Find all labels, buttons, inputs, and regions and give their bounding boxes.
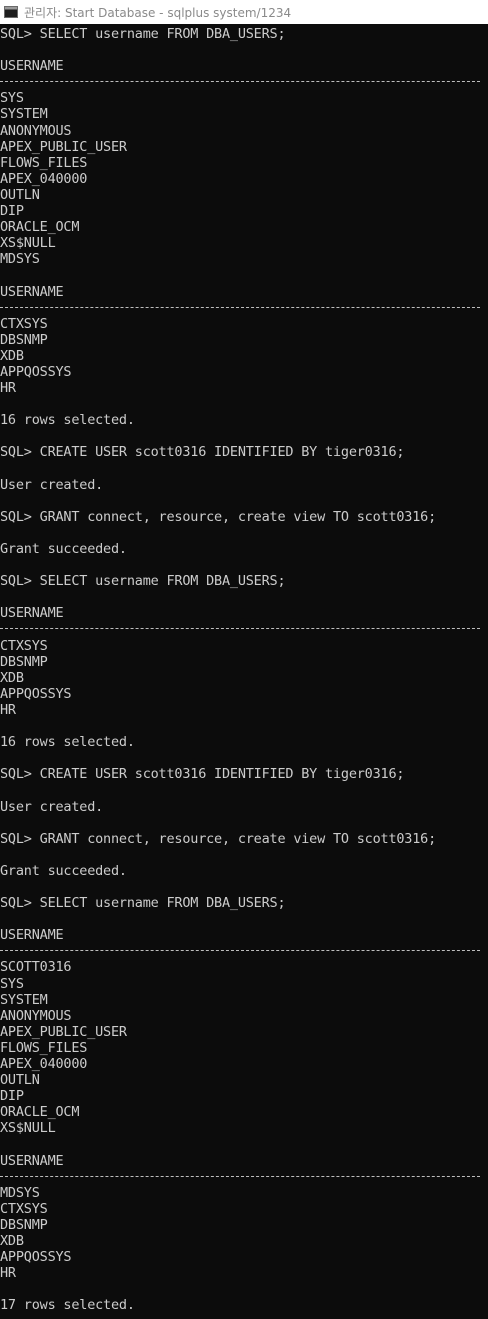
console-line: HR [0, 380, 16, 397]
console-line: SYSTEM [0, 991, 48, 1008]
column-separator-rule [0, 621, 488, 637]
console-line: APEX_040000 [0, 1056, 88, 1072]
console-line: 17 rows selected. [0, 1297, 135, 1314]
console-line: USERNAME [0, 605, 64, 622]
console-line: User created. [0, 476, 104, 493]
console-line: FLOWS_FILES [0, 1039, 88, 1056]
console-line: USERNAME [0, 58, 64, 75]
console-line: CTXSYS [0, 315, 48, 332]
window-title-bar[interactable]: 관리자: Start Database - sqlplus system/123… [0, 0, 488, 24]
console-line: USERNAME [0, 1152, 64, 1169]
console-line: MDSYS [0, 251, 40, 268]
console-output[interactable]: SQL> SELECT username FROM DBA_USERS; USER… [0, 26, 488, 1314]
console-line: SQL> SELECT username FROM DBA_USERS; [0, 895, 286, 912]
console-line: SYSTEM [0, 106, 48, 123]
console-line: Grant succeeded. [0, 541, 127, 557]
console-line: SQL> CREATE USER scott0316 IDENTIFIED BY… [0, 766, 405, 783]
console-line: XDB [0, 669, 24, 686]
window-title: 관리자: Start Database - sqlplus system/123… [24, 5, 292, 20]
console-line: HR [0, 701, 16, 718]
console-line: OUTLN [0, 1072, 40, 1089]
console-line: SQL> GRANT connect, resource, create vie… [0, 508, 437, 525]
console-line: APEX_PUBLIC_USER [0, 138, 127, 155]
console-line: ANONYMOUS [0, 122, 72, 139]
console-line: DBSNMP [0, 1216, 48, 1233]
console-line: CTXSYS [0, 1200, 48, 1217]
console-line: ANONYMOUS [0, 1007, 72, 1024]
console-line: XS$NULL [0, 235, 56, 252]
console-app-icon [4, 6, 18, 18]
console-line: APPQOSSYS [0, 1249, 72, 1266]
console-line: XS$NULL [0, 1120, 56, 1137]
sqlplus-console-window: 관리자: Start Database - sqlplus system/123… [0, 0, 488, 1319]
console-line: 16 rows selected. [0, 734, 135, 751]
console-line: HR [0, 1265, 16, 1282]
column-separator-rule [0, 74, 488, 90]
console-line: XDB [0, 347, 24, 364]
console-line: DIP [0, 203, 24, 220]
console-line: DBSNMP [0, 653, 48, 670]
console-line: SQL> CREATE USER scott0316 IDENTIFIED BY… [0, 444, 405, 461]
console-line: SCOTT0316 [0, 959, 72, 976]
column-separator-rule [0, 1169, 488, 1185]
console-line: User created. [0, 798, 104, 815]
console-line: ORACLE_OCM [0, 219, 80, 236]
console-line: SYS [0, 975, 24, 992]
console-line: 16 rows selected. [0, 412, 135, 429]
console-line: APPQOSSYS [0, 685, 72, 702]
console-line: SYS [0, 90, 24, 107]
console-line: ORACLE_OCM [0, 1104, 80, 1121]
console-line: OUTLN [0, 186, 40, 203]
console-line: XDB [0, 1233, 24, 1250]
console-line: SQL> GRANT connect, resource, create vie… [0, 830, 437, 847]
console-line: USERNAME [0, 283, 64, 300]
console-line: APPQOSSYS [0, 363, 72, 380]
column-separator-rule [0, 300, 488, 316]
console-line: APEX_PUBLIC_USER [0, 1023, 127, 1040]
console-line: CTXSYS [0, 637, 48, 654]
console-line: APEX_040000 [0, 170, 88, 187]
console-line: USERNAME [0, 927, 64, 944]
console-line: DIP [0, 1088, 24, 1105]
console-line: MDSYS [0, 1184, 40, 1201]
column-separator-rule [0, 943, 488, 959]
console-line: SQL> SELECT username FROM DBA_USERS; [0, 573, 286, 590]
console-line: Grant succeeded. [0, 862, 127, 879]
console-line: SQL> SELECT username FROM DBA_USERS; [0, 26, 286, 42]
console-line: FLOWS_FILES [0, 154, 88, 171]
console-line: DBSNMP [0, 331, 48, 348]
